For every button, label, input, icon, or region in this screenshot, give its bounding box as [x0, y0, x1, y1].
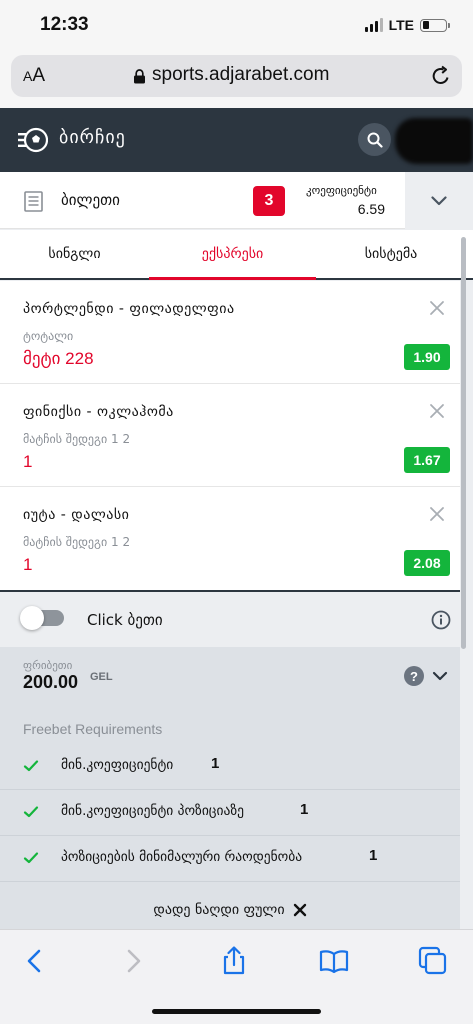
ticket-icon: [24, 191, 43, 212]
requirement-value: 1: [211, 755, 220, 772]
check-icon: [23, 852, 39, 864]
soccer-ball-menu-icon[interactable]: [18, 125, 48, 155]
battery-icon: [420, 18, 450, 32]
requirement-item: პოზიციების მინიმალური რაოდენობა 1: [0, 836, 460, 882]
close-icon[interactable]: [428, 505, 446, 523]
requirement-value: 1: [300, 801, 309, 818]
close-icon: [293, 903, 306, 917]
network-type: LTE: [388, 17, 414, 33]
use-cash-label: დადე ნაღდი ფული: [153, 902, 285, 918]
click-bet-toggle[interactable]: [20, 606, 64, 630]
forward-arrow-icon[interactable]: [118, 946, 148, 976]
bet-pick: 1: [23, 555, 33, 574]
bet-pick: 1: [23, 452, 33, 471]
app-header: ბირჩიე: [0, 108, 473, 172]
tab-single[interactable]: სინგლი: [0, 230, 149, 278]
use-cash-button[interactable]: დადე ნაღდი ფული: [0, 891, 460, 929]
freebet-section: ფრიბეთი 200.00 GEL ? Freebet Requirement…: [0, 647, 460, 929]
collapse-slip-button[interactable]: [405, 172, 473, 229]
tab-express[interactable]: ექსპრესი: [149, 230, 316, 280]
click-bet-row: Click ბეთი: [0, 590, 460, 647]
text-size-button[interactable]: AA: [23, 65, 45, 87]
click-bet-label: Click ბეთი: [87, 611, 163, 629]
requirement-item: მინ.კოეფიციენტი პოზიციაზე 1: [0, 790, 460, 836]
tabs-icon[interactable]: [418, 946, 448, 976]
odd-badge: 2.08: [404, 550, 450, 576]
bet-pick: მეტი 228: [23, 349, 94, 368]
bet-item: იუტა - დალასი მატჩის შედეგი 1 2 1 2.08: [0, 487, 460, 592]
requirement-label: პოზიციების მინიმალური რაოდენობა: [61, 849, 303, 865]
bet-event-title: იუტა - დალასი: [23, 507, 130, 523]
coefficient-label: კოეფიციენტი: [306, 184, 377, 197]
bet-market: მატჩის შედეგი 1 2: [23, 535, 131, 549]
status-bar: 12:33 LTE: [0, 0, 473, 50]
info-icon[interactable]: [431, 610, 451, 630]
coefficient-value: 6.59: [357, 201, 385, 217]
bet-item: პორტლენდი - ფილადელფია ტოტალი მეტი 228 1…: [0, 281, 460, 384]
bookmarks-icon[interactable]: [319, 946, 349, 976]
bet-type-tabs: სინგლი ექსპრესი სისტემა: [0, 230, 473, 280]
check-icon: [23, 806, 39, 818]
freebet-requirements-title: Freebet Requirements: [23, 721, 163, 737]
bet-slip-label: ბილეთი: [61, 191, 120, 209]
freebet-amount: 200.00: [23, 672, 79, 692]
share-icon[interactable]: [219, 946, 249, 976]
browser-address-area: AA sports.adjarabet.com: [0, 50, 473, 108]
odd-badge: 1.67: [404, 447, 450, 473]
back-arrow-icon[interactable]: [20, 946, 50, 976]
reload-icon[interactable]: [430, 65, 452, 87]
scrollbar[interactable]: [461, 237, 466, 649]
bet-count-badge: 3: [253, 186, 285, 216]
chevron-down-icon: [431, 195, 447, 205]
requirement-label: მინ.კოეფიციენტი: [61, 757, 174, 773]
lock-icon: [134, 69, 145, 84]
search-icon: [367, 132, 383, 148]
help-icon[interactable]: ?: [404, 666, 424, 686]
close-icon[interactable]: [428, 402, 446, 420]
status-time: 12:33: [40, 14, 89, 35]
account-area-redacted[interactable]: [395, 118, 473, 164]
bet-slip-header[interactable]: ბილეთი 3 კოეფიციენტი 6.59: [0, 172, 473, 229]
requirement-label: მინ.კოეფიციენტი პოზიციაზე: [61, 803, 244, 819]
freebet-currency: GEL: [90, 671, 113, 683]
requirement-item: მინ.კოეფიციენტი 1: [0, 744, 460, 790]
search-button[interactable]: [358, 123, 391, 156]
url-text[interactable]: sports.adjarabet.com: [152, 64, 329, 86]
bet-item: ფინიქსი - ოკლაჰომა მატჩის შედეგი 1 2 1 1…: [0, 384, 460, 487]
bet-event-title: პორტლენდი - ფილადელფია: [23, 301, 235, 317]
requirement-value: 1: [369, 847, 378, 864]
bet-list: პორტლენდი - ფილადელფია ტოტალი მეტი 228 1…: [0, 281, 460, 592]
home-indicator: [152, 1009, 321, 1014]
bet-market: ტოტალი: [23, 329, 74, 343]
app-title: ბირჩიე: [59, 127, 126, 148]
bet-market: მატჩის შედეგი 1 2: [23, 432, 131, 446]
close-icon[interactable]: [428, 299, 446, 317]
check-icon: [23, 760, 39, 772]
browser-toolbar: [0, 929, 473, 1024]
tab-system[interactable]: სისტემა: [316, 230, 466, 278]
bet-event-title: ფინიქსი - ოკლაჰომა: [23, 404, 174, 420]
address-bar[interactable]: AA sports.adjarabet.com: [11, 55, 462, 97]
status-indicators: LTE: [364, 17, 450, 33]
freebet-label: ფრიბეთი: [23, 659, 73, 672]
odd-badge: 1.90: [404, 344, 450, 370]
signal-strength-icon: [364, 18, 383, 32]
chevron-down-icon[interactable]: [432, 669, 448, 683]
